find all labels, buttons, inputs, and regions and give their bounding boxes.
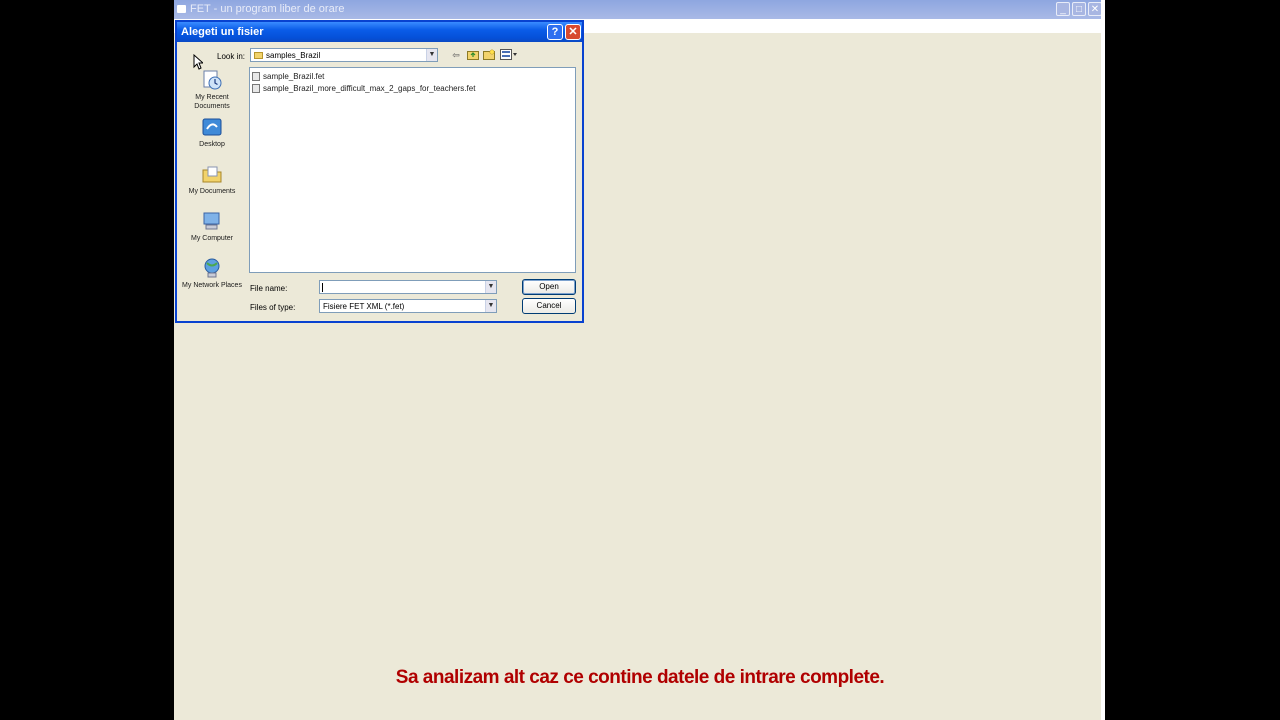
file-name-label: File name: xyxy=(250,284,288,293)
my-computer-icon xyxy=(203,212,220,230)
place-my-computer[interactable]: My Computer xyxy=(182,210,242,243)
app-close-icon[interactable]: ✕ xyxy=(1088,2,1102,16)
list-item[interactable]: sample_Brazil.fet xyxy=(252,71,324,82)
recent-documents-icon xyxy=(203,70,222,90)
file-name: sample_Brazil.fet xyxy=(263,72,325,81)
place-label: My Recent Documents xyxy=(194,94,230,110)
app-window-title: FET - un program liber de orare xyxy=(190,3,345,15)
place-label: Desktop xyxy=(199,141,225,148)
file-name-input[interactable]: ▼ xyxy=(319,280,497,294)
file-icon xyxy=(252,84,260,94)
help-button[interactable]: ? xyxy=(547,24,563,40)
place-desktop[interactable]: Desktop xyxy=(182,116,242,149)
place-label: My Network Places xyxy=(182,282,242,289)
open-button[interactable]: Open xyxy=(522,279,576,295)
network-places-icon xyxy=(204,258,220,278)
mouse-cursor-icon xyxy=(193,54,203,70)
dialog-title-bar[interactable]: Alegeti un fisier ? ✕ xyxy=(177,22,582,42)
app-title-bar: FET - un program liber de orare _ □ ✕ xyxy=(174,0,1105,19)
app-window-icon xyxy=(177,5,186,13)
place-label: My Computer xyxy=(190,235,233,242)
minimize-icon[interactable]: _ xyxy=(1056,2,1070,16)
look-in-select[interactable]: samples_Brazil ▼ xyxy=(250,48,438,62)
new-folder-icon[interactable] xyxy=(483,49,495,61)
place-recent-documents[interactable]: My Recent Documents xyxy=(182,69,242,111)
up-folder-icon[interactable] xyxy=(467,49,479,61)
open-file-dialog: Alegeti un fisier ? ✕ Look in: samples_B… xyxy=(175,20,584,323)
place-label: My Documents xyxy=(188,188,236,195)
my-documents-icon xyxy=(202,166,222,183)
file-type-select[interactable]: Fisiere FET XML (*.fet) ▼ xyxy=(319,299,497,313)
look-in-value: samples_Brazil xyxy=(266,51,321,60)
close-button[interactable]: ✕ xyxy=(565,24,581,40)
place-my-documents[interactable]: My Documents xyxy=(182,163,242,196)
video-subtitle: Sa analizam alt caz ce contine datele de… xyxy=(395,667,885,688)
view-menu-icon[interactable] xyxy=(500,49,518,61)
list-item[interactable]: sample_Brazil_more_difficult_max_2_gaps_… xyxy=(252,83,475,94)
folder-icon xyxy=(254,52,263,60)
file-name: sample_Brazil_more_difficult_max_2_gaps_… xyxy=(263,84,476,93)
file-icon xyxy=(252,72,260,82)
file-list[interactable]: sample_Brazil.fet sample_Brazil_more_dif… xyxy=(249,67,576,273)
chevron-down-icon[interactable]: ▼ xyxy=(426,49,437,61)
desktop-icon xyxy=(202,118,222,136)
text-caret xyxy=(322,283,323,292)
place-network[interactable]: My Network Places xyxy=(182,257,242,290)
screen-edge xyxy=(1101,0,1105,720)
cancel-button[interactable]: Cancel xyxy=(522,298,576,314)
file-type-label: Files of type: xyxy=(250,303,296,312)
chevron-down-icon[interactable]: ▼ xyxy=(485,281,496,293)
chevron-down-icon[interactable]: ▼ xyxy=(485,300,496,312)
maximize-icon[interactable]: □ xyxy=(1072,2,1086,16)
dialog-title: Alegeti un fisier xyxy=(181,26,264,38)
file-type-value: Fisiere FET XML (*.fet) xyxy=(323,302,405,311)
look-in-label: Look in: xyxy=(217,52,246,61)
back-arrow-icon[interactable]: ⇦ xyxy=(451,49,461,61)
